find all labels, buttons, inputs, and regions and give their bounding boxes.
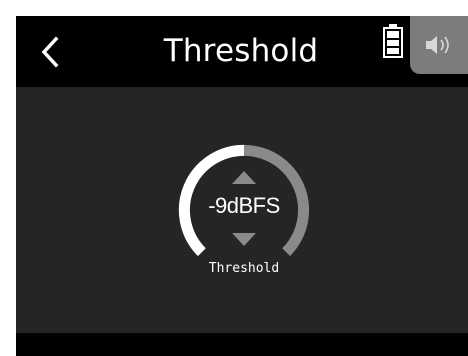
page-title: Threshold xyxy=(163,33,319,69)
speaker-icon xyxy=(426,36,449,54)
battery-full-icon xyxy=(383,24,403,58)
bottom-bar xyxy=(16,333,468,356)
speaker-button[interactable] xyxy=(410,16,468,74)
header-bar: Threshold xyxy=(16,16,468,87)
threshold-knob[interactable]: -9dBFS xyxy=(178,144,310,276)
threshold-value: -9dBFS xyxy=(208,193,280,218)
triangle-down-icon[interactable] xyxy=(232,233,256,246)
knob-label: Threshold xyxy=(208,261,280,276)
triangle-up-icon[interactable] xyxy=(232,171,256,184)
device-screen: Threshold -9dBFS Threshold xyxy=(16,16,468,356)
chevron-left-icon xyxy=(41,36,59,68)
back-button[interactable] xyxy=(30,28,70,76)
